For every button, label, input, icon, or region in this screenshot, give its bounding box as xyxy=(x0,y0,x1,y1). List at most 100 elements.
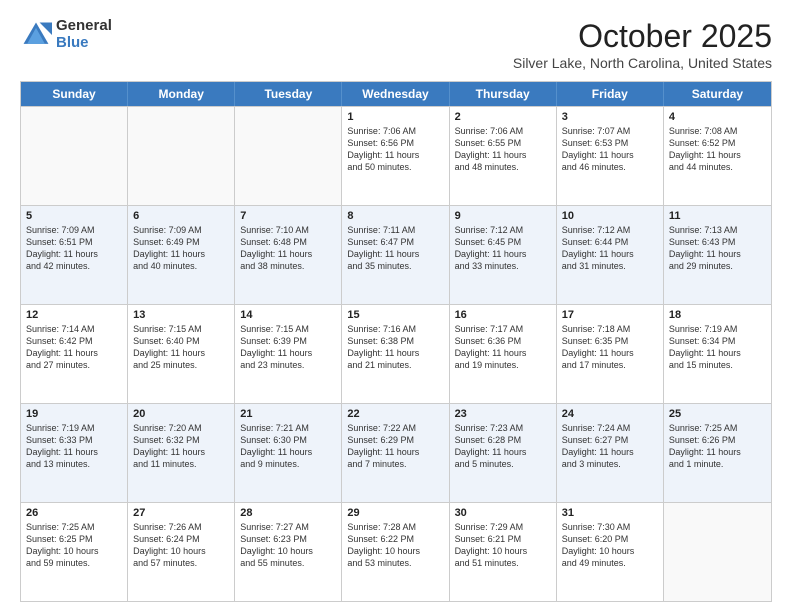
day-number: 10 xyxy=(562,210,658,222)
logo-blue-text: Blue xyxy=(56,35,112,52)
day-number: 22 xyxy=(347,408,443,420)
day-info: Sunrise: 7:19 AM Sunset: 6:34 PM Dayligh… xyxy=(669,323,766,372)
calendar-header-row: SundayMondayTuesdayWednesdayThursdayFrid… xyxy=(21,82,771,106)
day-info: Sunrise: 7:09 AM Sunset: 6:51 PM Dayligh… xyxy=(26,224,122,273)
calendar: SundayMondayTuesdayWednesdayThursdayFrid… xyxy=(20,81,772,602)
title-block: October 2025 Silver Lake, North Carolina… xyxy=(513,18,772,71)
day-info: Sunrise: 7:15 AM Sunset: 6:39 PM Dayligh… xyxy=(240,323,336,372)
empty-cell-0-2 xyxy=(235,107,342,205)
day-info: Sunrise: 7:11 AM Sunset: 6:47 PM Dayligh… xyxy=(347,224,443,273)
weekday-header-thursday: Thursday xyxy=(450,82,557,106)
day-number: 3 xyxy=(562,111,658,123)
location: Silver Lake, North Carolina, United Stat… xyxy=(513,55,772,71)
calendar-row-2: 12 Sunrise: 7:14 AM Sunset: 6:42 PM Dayli… xyxy=(21,304,771,403)
day-info: Sunrise: 7:18 AM Sunset: 6:35 PM Dayligh… xyxy=(562,323,658,372)
day-cell-27: 27Sunrise: 7:26 AM Sunset: 6:24 PM Dayli… xyxy=(128,503,235,601)
day-number: 12 xyxy=(26,309,122,321)
day-cell-24: 24 Sunrise: 7:24 AM Sunset: 6:27 PM Dayli… xyxy=(557,404,664,502)
day-info: Sunrise: 7:22 AM Sunset: 6:29 PM Dayligh… xyxy=(347,422,443,471)
day-number: 19 xyxy=(26,408,122,420)
day-cell-28: 28 Sunrise: 7:27 AM Sunset: 6:23 PM Dayli… xyxy=(235,503,342,601)
day-cell-14: 14 Sunrise: 7:15 AM Sunset: 6:39 PM Dayli… xyxy=(235,305,342,403)
day-cell-9: 9 Sunrise: 7:12 AM Sunset: 6:45 PM Daylig… xyxy=(450,206,557,304)
day-cell-30: 30Sunrise: 7:29 AM Sunset: 6:21 PM Dayli… xyxy=(450,503,557,601)
day-number: 30 xyxy=(455,507,551,519)
day-number: 14 xyxy=(240,309,336,321)
day-cell-25: 25 Sunrise: 7:25 AM Sunset: 6:26 PM Dayli… xyxy=(664,404,771,502)
empty-cell-0-1 xyxy=(128,107,235,205)
weekday-header-wednesday: Wednesday xyxy=(342,82,449,106)
day-info: Sunrise: 7:21 AM Sunset: 6:30 PM Dayligh… xyxy=(240,422,336,471)
day-info: Sunrise: 7:19 AM Sunset: 6:33 PM Dayligh… xyxy=(26,422,122,471)
day-info: Sunrise: 7:06 AM Sunset: 6:56 PM Dayligh… xyxy=(347,125,443,174)
calendar-row-3: 19 Sunrise: 7:19 AM Sunset: 6:33 PM Dayli… xyxy=(21,403,771,502)
day-info: Sunrise: 7:25 AM Sunset: 6:25 PM Dayligh… xyxy=(26,521,122,570)
day-cell-2: 2Sunrise: 7:06 AM Sunset: 6:55 PM Daylig… xyxy=(450,107,557,205)
day-cell-6: 6 Sunrise: 7:09 AM Sunset: 6:49 PM Daylig… xyxy=(128,206,235,304)
day-cell-18: 18 Sunrise: 7:19 AM Sunset: 6:34 PM Dayli… xyxy=(664,305,771,403)
weekday-header-sunday: Sunday xyxy=(21,82,128,106)
day-number: 23 xyxy=(455,408,551,420)
day-number: 13 xyxy=(133,309,229,321)
logo-text: General Blue xyxy=(56,18,112,51)
day-number: 25 xyxy=(669,408,766,420)
day-number: 7 xyxy=(240,210,336,222)
day-number: 26 xyxy=(26,507,122,519)
day-number: 6 xyxy=(133,210,229,222)
day-cell-29: 29Sunrise: 7:28 AM Sunset: 6:22 PM Dayli… xyxy=(342,503,449,601)
day-number: 1 xyxy=(347,111,443,123)
weekday-header-saturday: Saturday xyxy=(664,82,771,106)
day-info: Sunrise: 7:25 AM Sunset: 6:26 PM Dayligh… xyxy=(669,422,766,471)
day-cell-21: 21 Sunrise: 7:21 AM Sunset: 6:30 PM Dayli… xyxy=(235,404,342,502)
day-number: 15 xyxy=(347,309,443,321)
day-number: 17 xyxy=(562,309,658,321)
day-cell-19: 19 Sunrise: 7:19 AM Sunset: 6:33 PM Dayli… xyxy=(21,404,128,502)
calendar-row-0: 1 Sunrise: 7:06 AM Sunset: 6:56 PM Daylig… xyxy=(21,106,771,205)
day-number: 16 xyxy=(455,309,551,321)
day-info: Sunrise: 7:16 AM Sunset: 6:38 PM Dayligh… xyxy=(347,323,443,372)
day-cell-11: 11 Sunrise: 7:13 AM Sunset: 6:43 PM Dayli… xyxy=(664,206,771,304)
day-number: 8 xyxy=(347,210,443,222)
day-info: Sunrise: 7:10 AM Sunset: 6:48 PM Dayligh… xyxy=(240,224,336,273)
day-info: Sunrise: 7:09 AM Sunset: 6:49 PM Dayligh… xyxy=(133,224,229,273)
day-cell-12: 12 Sunrise: 7:14 AM Sunset: 6:42 PM Dayli… xyxy=(21,305,128,403)
day-cell-20: 20Sunrise: 7:20 AM Sunset: 6:32 PM Dayli… xyxy=(128,404,235,502)
day-number: 5 xyxy=(26,210,122,222)
day-number: 24 xyxy=(562,408,658,420)
day-info: Sunrise: 7:15 AM Sunset: 6:40 PM Dayligh… xyxy=(133,323,229,372)
day-number: 11 xyxy=(669,210,766,222)
day-info: Sunrise: 7:28 AM Sunset: 6:22 PM Dayligh… xyxy=(347,521,443,570)
day-info: Sunrise: 7:24 AM Sunset: 6:27 PM Dayligh… xyxy=(562,422,658,471)
day-cell-23: 23Sunrise: 7:23 AM Sunset: 6:28 PM Dayli… xyxy=(450,404,557,502)
weekday-header-tuesday: Tuesday xyxy=(235,82,342,106)
day-number: 28 xyxy=(240,507,336,519)
day-cell-7: 7 Sunrise: 7:10 AM Sunset: 6:48 PM Daylig… xyxy=(235,206,342,304)
day-cell-17: 17 Sunrise: 7:18 AM Sunset: 6:35 PM Dayli… xyxy=(557,305,664,403)
day-info: Sunrise: 7:27 AM Sunset: 6:23 PM Dayligh… xyxy=(240,521,336,570)
day-cell-22: 22 Sunrise: 7:22 AM Sunset: 6:29 PM Dayli… xyxy=(342,404,449,502)
calendar-row-1: 5 Sunrise: 7:09 AM Sunset: 6:51 PM Daylig… xyxy=(21,205,771,304)
day-info: Sunrise: 7:12 AM Sunset: 6:45 PM Dayligh… xyxy=(455,224,551,273)
header: General Blue October 2025 Silver Lake, N… xyxy=(20,18,772,71)
calendar-row-4: 26 Sunrise: 7:25 AM Sunset: 6:25 PM Dayli… xyxy=(21,502,771,601)
day-info: Sunrise: 7:06 AM Sunset: 6:55 PM Dayligh… xyxy=(455,125,551,174)
day-number: 20 xyxy=(133,408,229,420)
day-number: 18 xyxy=(669,309,766,321)
calendar-body: 1 Sunrise: 7:06 AM Sunset: 6:56 PM Daylig… xyxy=(21,106,771,601)
weekday-header-friday: Friday xyxy=(557,82,664,106)
day-number: 9 xyxy=(455,210,551,222)
day-number: 27 xyxy=(133,507,229,519)
empty-cell-4-6 xyxy=(664,503,771,601)
day-cell-31: 31Sunrise: 7:30 AM Sunset: 6:20 PM Dayli… xyxy=(557,503,664,601)
day-cell-3: 3 Sunrise: 7:07 AM Sunset: 6:53 PM Daylig… xyxy=(557,107,664,205)
month-title: October 2025 xyxy=(513,18,772,55)
day-number: 31 xyxy=(562,507,658,519)
day-cell-1: 1 Sunrise: 7:06 AM Sunset: 6:56 PM Daylig… xyxy=(342,107,449,205)
day-info: Sunrise: 7:13 AM Sunset: 6:43 PM Dayligh… xyxy=(669,224,766,273)
logo-general-text: General xyxy=(56,18,112,35)
empty-cell-0-0 xyxy=(21,107,128,205)
day-info: Sunrise: 7:07 AM Sunset: 6:53 PM Dayligh… xyxy=(562,125,658,174)
page: General Blue October 2025 Silver Lake, N… xyxy=(0,0,792,612)
day-number: 21 xyxy=(240,408,336,420)
day-info: Sunrise: 7:14 AM Sunset: 6:42 PM Dayligh… xyxy=(26,323,122,372)
